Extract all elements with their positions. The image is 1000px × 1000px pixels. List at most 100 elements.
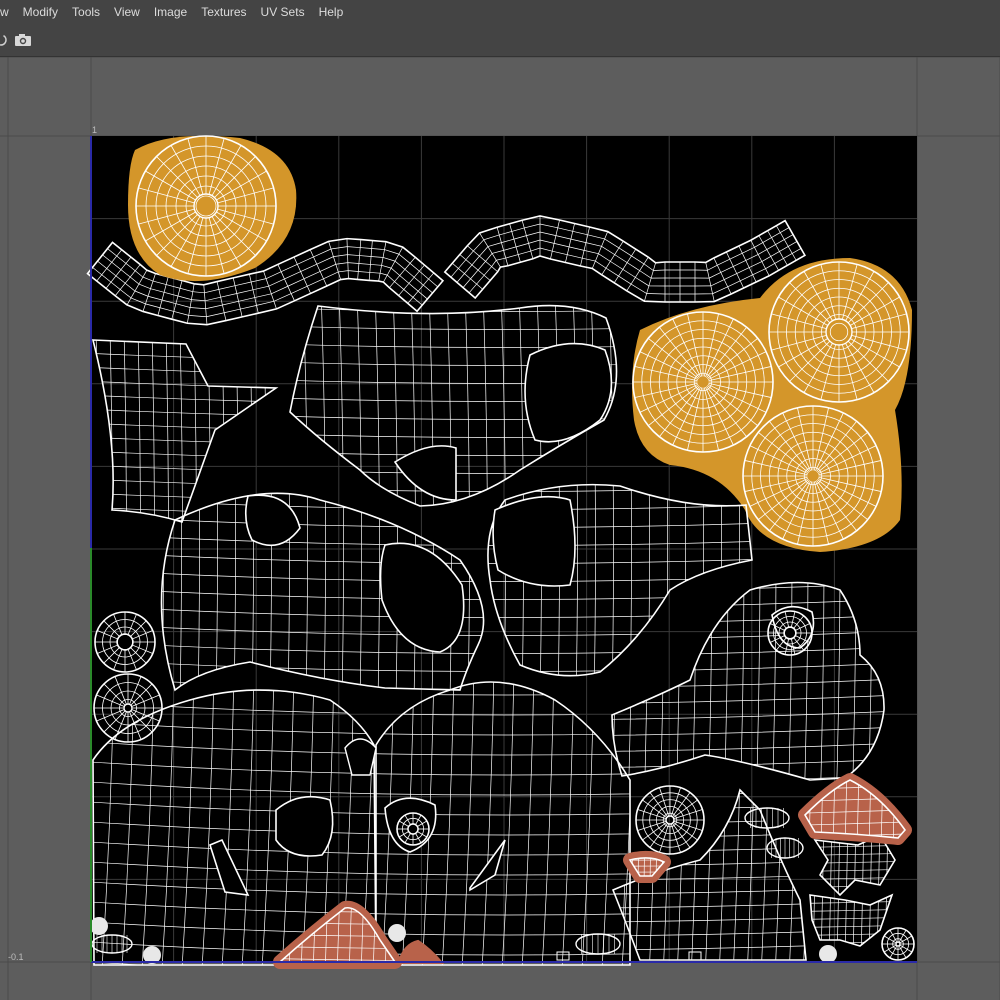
red-shell-small-edge-loop <box>78 100 83 1000</box>
red-shell-small-edge-loop <box>954 100 959 1000</box>
red-shell-small-edge-loop <box>924 100 929 1000</box>
red-shell-small-edge-loop <box>930 100 935 1000</box>
claw-shell-2-edge-loop <box>60 100 66 1000</box>
flap-shell-left-edge-loop <box>60 114 960 125</box>
red-shell-small-edge-loop <box>60 124 960 129</box>
skull-shell-right-edge-loop <box>924 100 938 1000</box>
face-shell-right-edge-loop <box>920 100 935 1000</box>
red-shell-bottom-edge-loop <box>60 976 960 985</box>
claw-shell-2-edge-loop <box>60 108 960 114</box>
flap-shell-left-edge-loop <box>60 100 960 111</box>
claw-shell-1-edge-loop <box>84 100 90 1000</box>
claw-shell-1-edge-loop <box>60 972 960 978</box>
claw-shell-1-edge-loop <box>76 100 82 1000</box>
red-shell-bottom-edge-loop <box>936 100 945 1000</box>
camera-icon[interactable] <box>13 30 33 50</box>
rotate-icon[interactable] <box>0 30 8 50</box>
red-shell-small-edge-loop <box>918 100 923 1000</box>
red-shell-small-edge-loop <box>66 100 71 1000</box>
claw-shell-1-edge-loop <box>60 124 960 130</box>
skull-shell-mid-edge-loop <box>78 100 92 1000</box>
red-shell-small-edge-loop <box>60 982 960 987</box>
red-shell-small-edge-loop <box>936 100 941 1000</box>
claw-shell-1-edge-loop <box>940 100 946 1000</box>
claw-shell-2-edge-loop <box>60 988 960 994</box>
jaw-shell-right-edge-loop <box>60 996 960 1000</box>
claw-shell-2-edge-loop <box>932 100 938 1000</box>
red-shell-small-edge-loop <box>60 106 960 111</box>
jaw-shell-bottom-right-edge-loop <box>60 982 960 993</box>
skull-shell-right-edge-loop <box>60 982 960 996</box>
red-shell-right-edge-loop <box>924 100 933 1000</box>
red-shell-bottom-edge-loop <box>60 112 960 121</box>
face-shell-right-edge-loop <box>60 980 960 995</box>
jaw-shell-bottom-right-edge-loop <box>60 996 960 1000</box>
skull-shell-right-edge-loop <box>78 100 92 1000</box>
red-shell-right-edge-loop <box>60 124 960 133</box>
menu-modify[interactable]: Modify <box>16 0 65 24</box>
claw-shell-2-edge-loop <box>68 100 74 1000</box>
menu-view[interactable]: View <box>107 0 147 24</box>
toolbar <box>0 24 1000 57</box>
red-shell-small-edge-loop <box>60 118 960 123</box>
claw-shell-1-edge-loop <box>60 116 960 122</box>
claw-shell-2-edge-loop <box>60 996 960 1000</box>
red-shell-small-edge-loop <box>84 100 89 1000</box>
skull-shell-mid-edge-loop <box>942 100 956 1000</box>
red-shell-small-edge-loop <box>60 988 960 993</box>
jaw-shell-right-edge-loop <box>940 100 952 1000</box>
claw-shell-1-edge-loop <box>60 996 960 1000</box>
skull-shell-top-edge-loop <box>60 118 960 132</box>
menu-textures[interactable]: Textures <box>194 0 253 24</box>
claw-shell-2-edge-loop <box>940 100 946 1000</box>
red-shell-small-edge-loop <box>72 100 77 1000</box>
red-shell-bottom-edge-loop <box>924 100 933 1000</box>
claw-shell-2-edge-loop <box>956 100 962 1000</box>
skull-shell-top-edge-loop <box>60 100 74 1000</box>
red-shell-right-edge-loop <box>60 976 960 985</box>
skull-shell-right-edge-loop <box>60 964 960 978</box>
red-shell-small-edge-loop <box>948 100 953 1000</box>
menu-help[interactable]: Help <box>312 0 351 24</box>
flap-shell-left-edge-loop <box>928 100 939 1000</box>
uv-editor-viewport[interactable]: 1 -0.1 <box>0 57 1000 1000</box>
red-shell-bottom-edge-loop <box>60 100 69 1000</box>
menu-window[interactable]: w <box>0 0 16 24</box>
axis-label-bottom: -0.1 <box>8 952 24 962</box>
uv-dot-1 <box>90 917 108 935</box>
claw-shell-2-edge-loop <box>76 100 82 1000</box>
claw-shell-1-edge-loop <box>956 100 962 1000</box>
uv-canvas[interactable] <box>0 57 1000 1000</box>
menu-tools[interactable]: Tools <box>65 0 107 24</box>
uv-dot-4 <box>819 945 837 963</box>
jaw-shell-bottom-right-edge-loop <box>60 114 960 125</box>
menu-uv-sets[interactable]: UV Sets <box>254 0 312 24</box>
skull-shell-mid-edge-loop <box>924 100 938 1000</box>
red-shell-bottom-edge-loop <box>72 100 81 1000</box>
face-shell-left-edge-loop <box>940 100 955 1000</box>
claw-shell-2-edge-loop <box>924 100 930 1000</box>
claw-shell-1-edge-loop <box>60 100 66 1000</box>
flap-shell-left-edge-loop <box>60 968 960 979</box>
skull-shell-mid-edge-loop <box>60 964 960 978</box>
red-shell-bottom-edge-loop <box>60 100 960 109</box>
face-shell-left-edge-loop <box>60 980 960 995</box>
claw-shell-2-edge-loop <box>60 116 960 122</box>
claw-shell-2-edge-loop <box>84 100 90 1000</box>
face-shell-left-edge-loop <box>60 100 960 115</box>
red-shell-right-edge-loop <box>936 100 945 1000</box>
claw-shell-1-edge-loop <box>68 100 74 1000</box>
red-shell-small-edge-loop <box>60 994 960 999</box>
skull-shell-top-edge-loop <box>60 964 960 978</box>
jaw-shell-bottom-right-edge-loop <box>60 100 960 111</box>
skull-shell-mid-edge-loop <box>60 100 74 1000</box>
jaw-shell-right-edge-loop <box>60 980 960 992</box>
jaw-shell-right-edge-loop <box>76 100 88 1000</box>
red-shell-right-edge-loop <box>60 100 960 109</box>
flap-shell-left-edge-loop <box>60 100 71 1000</box>
face-shell-right-edge-loop <box>60 100 960 115</box>
menu-image[interactable]: Image <box>147 0 194 24</box>
jaw-shell-bottom-right-edge-loop <box>60 968 960 979</box>
red-shell-small-edge-loop <box>60 112 960 117</box>
red-shell-right-edge-loop <box>948 100 957 1000</box>
